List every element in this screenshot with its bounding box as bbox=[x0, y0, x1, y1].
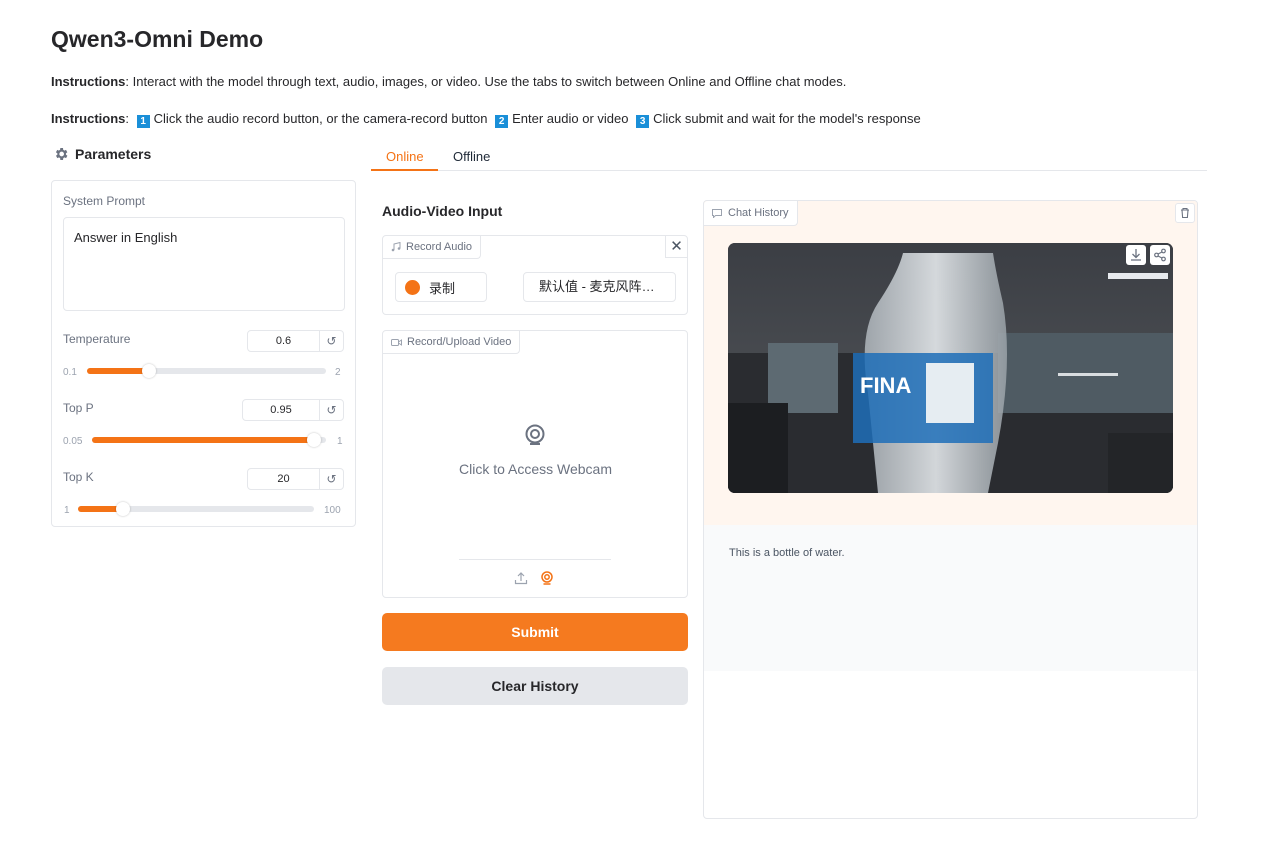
top-p-label: Top P bbox=[63, 401, 94, 415]
top-p-slider-thumb[interactable] bbox=[307, 433, 321, 447]
step-badge-3: 3 bbox=[636, 115, 650, 128]
bot-message-text: This is a bottle of water. bbox=[729, 547, 845, 559]
video-tag: Record/Upload Video bbox=[383, 331, 521, 354]
top-p-slider[interactable] bbox=[92, 433, 326, 447]
record-button-label: 录制 bbox=[429, 280, 456, 296]
clear-history-button[interactable]: Clear History bbox=[382, 667, 688, 705]
upload-icon[interactable] bbox=[514, 571, 528, 585]
system-prompt-textarea[interactable]: Answer in English bbox=[63, 217, 345, 311]
user-video-frame: FINA bbox=[728, 243, 1173, 493]
gear-icon bbox=[55, 148, 68, 160]
instructions-separator: : bbox=[125, 111, 130, 126]
step-text-2: Enter audio or video bbox=[512, 111, 629, 126]
top-k-max: 100 bbox=[324, 505, 341, 516]
top-p-slider-fill bbox=[92, 437, 314, 443]
share-icon[interactable] bbox=[1150, 245, 1170, 265]
music-note-icon bbox=[391, 242, 401, 252]
video-source-divider bbox=[459, 559, 611, 560]
submit-button[interactable]: Submit bbox=[382, 613, 688, 651]
parameters-panel: System Prompt Answer in English Temperat… bbox=[51, 180, 356, 527]
user-message: FINA bbox=[704, 201, 1197, 525]
top-p-value: 0.95 bbox=[270, 404, 292, 416]
audio-video-input-title: Audio-Video Input bbox=[382, 203, 503, 219]
chat-history-label: Chat History bbox=[728, 207, 789, 219]
top-k-slider[interactable] bbox=[78, 502, 314, 516]
download-icon[interactable] bbox=[1126, 245, 1146, 265]
webcam-access-text[interactable]: Click to Access Webcam bbox=[383, 461, 688, 477]
parameters-heading: Parameters bbox=[53, 146, 151, 162]
chat-history-panel: FINA Chat History This is a bottle of wa… bbox=[703, 200, 1198, 819]
instructions-line-2: Instructions: 1 Click the audio record bu… bbox=[51, 111, 921, 128]
chat-icon bbox=[712, 208, 722, 218]
bottle-photo: FINA bbox=[728, 243, 1173, 493]
temperature-max: 2 bbox=[335, 367, 341, 378]
top-k-label: Top K bbox=[63, 470, 94, 484]
record-dot-icon bbox=[405, 279, 420, 295]
bot-message: This is a bottle of water. bbox=[704, 525, 1197, 671]
step-text-3: Click submit and wait for the model's re… bbox=[653, 111, 921, 126]
temperature-value: 0.6 bbox=[275, 335, 292, 347]
temperature-slider[interactable] bbox=[87, 364, 326, 378]
instructions-label: Instructions bbox=[51, 111, 126, 126]
webcam-source-icon[interactable] bbox=[540, 571, 554, 585]
video-tag-label: Record/Upload Video bbox=[407, 336, 512, 348]
step-badge-2: 2 bbox=[495, 115, 509, 128]
tabs-divider bbox=[371, 170, 1207, 171]
temperature-label: Temperature bbox=[63, 332, 131, 346]
parameters-title: Parameters bbox=[75, 146, 152, 162]
temperature-slider-fill bbox=[87, 368, 149, 374]
instructions-label: Instructions bbox=[51, 74, 126, 89]
chat-history-tag: Chat History bbox=[704, 201, 798, 226]
reset-icon[interactable]: ↺ bbox=[319, 400, 343, 420]
tab-offline[interactable]: Offline bbox=[453, 149, 490, 164]
record-audio-panel: Record Audio ✕ 录制 默认值 - 麦克风阵列 (适用于数字麦克风的… bbox=[382, 235, 688, 315]
top-k-number-input[interactable]: 20 ↺ bbox=[247, 468, 344, 490]
video-panel: Record/Upload Video Click to Access Webc… bbox=[382, 330, 688, 598]
top-k-min: 1 bbox=[64, 505, 70, 516]
microphone-select-value: 默认值 - 麦克风阵列 (适用于数字麦克风的英特尔® 智音技术) bbox=[539, 279, 661, 294]
close-icon[interactable]: ✕ bbox=[665, 236, 687, 258]
top-p-min: 0.05 bbox=[63, 436, 83, 447]
top-k-slider-thumb[interactable] bbox=[116, 502, 130, 516]
microphone-select[interactable]: 默认值 - 麦克风阵列 (适用于数字麦克风的英特尔® 智音技术) bbox=[523, 272, 676, 302]
record-audio-label: Record Audio bbox=[406, 241, 473, 253]
bottle-logo-text: FINA bbox=[860, 373, 911, 398]
active-tab-indicator bbox=[371, 169, 438, 171]
top-k-value: 20 bbox=[277, 473, 290, 485]
instructions-text: : Interact with the model through text, … bbox=[125, 74, 847, 89]
reset-icon[interactable]: ↺ bbox=[319, 331, 343, 351]
webcam-icon[interactable] bbox=[523, 424, 547, 448]
temperature-slider-thumb[interactable] bbox=[142, 364, 156, 378]
temperature-number-input[interactable]: 0.6 ↺ bbox=[247, 330, 344, 352]
step-text-1: Click the audio record button, or the ca… bbox=[153, 111, 488, 126]
trash-icon[interactable] bbox=[1175, 203, 1195, 223]
temperature-min: 0.1 bbox=[63, 367, 77, 378]
top-p-max: 1 bbox=[337, 436, 343, 447]
top-p-number-input[interactable]: 0.95 ↺ bbox=[242, 399, 344, 421]
video-camera-icon bbox=[391, 338, 402, 346]
record-button[interactable]: 录制 bbox=[395, 272, 487, 302]
tab-online[interactable]: Online bbox=[386, 149, 424, 164]
reset-icon[interactable]: ↺ bbox=[319, 469, 343, 489]
system-prompt-label: System Prompt bbox=[63, 194, 146, 208]
step-badge-1: 1 bbox=[136, 115, 150, 128]
record-audio-tag: Record Audio bbox=[383, 236, 482, 259]
page-title: Qwen3-Omni Demo bbox=[51, 26, 264, 52]
instructions-line-1: Instructions: Interact with the model th… bbox=[51, 74, 846, 89]
photo-actions bbox=[1126, 245, 1170, 265]
